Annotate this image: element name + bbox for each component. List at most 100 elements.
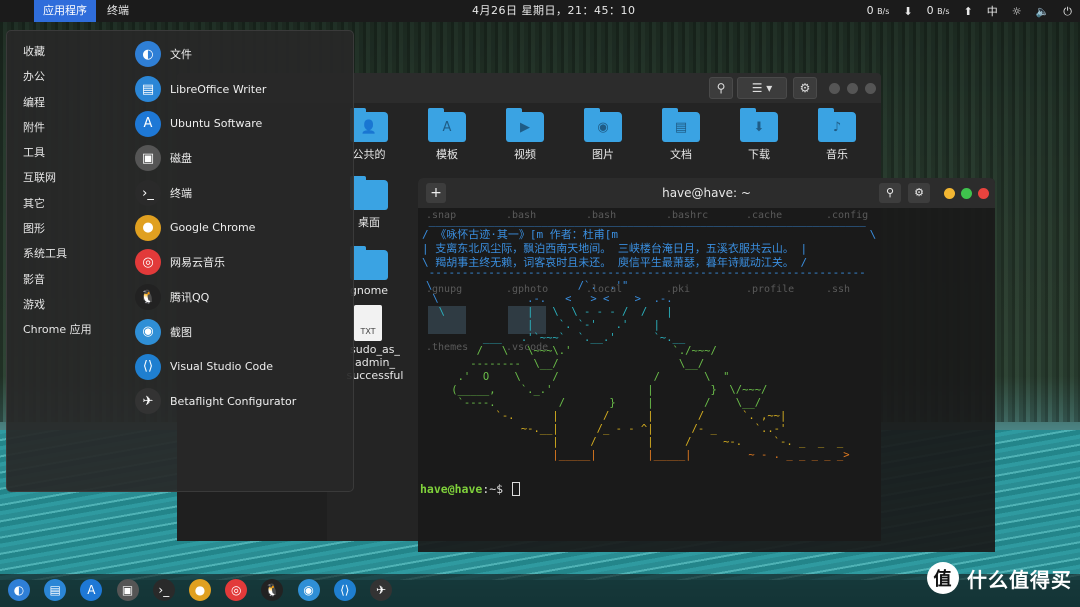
text-file-icon[interactable]: TXT [354, 305, 382, 341]
terminal-window[interactable]: have@have: ~ + ⚲ ⚙ .snap .bash .bash .bashr… [418, 178, 995, 552]
status-area: 0 B/s ⬇ 0 B/s ⬆ 中 ☼ 🔈 ⏻ [867, 0, 1072, 23]
folder-item[interactable]: A 模板 [412, 108, 482, 162]
folder-item[interactable]: ◉ 图片 [568, 108, 638, 162]
netease-music-icon: ◎ [135, 249, 161, 276]
chrome-icon[interactable]: ● [189, 579, 211, 601]
view-list-button[interactable]: ☰ ▾ [737, 77, 787, 99]
app-item[interactable]: ◎ 网易云音乐 [135, 245, 296, 280]
folder-item[interactable]: ▶ 视频 [490, 108, 560, 162]
minimize-button[interactable] [829, 83, 840, 94]
power-icon[interactable]: ⏻ [1063, 1, 1072, 23]
disk-icon: ▣ [135, 145, 161, 172]
ascii-art-segment: \ | \ \ - - - / / | | `. `-' .' | ___ .'… [438, 306, 686, 344]
app-label: 终端 [170, 187, 192, 201]
dock: ◐ ▤ A ▣ ›_ ● ◎ 🐧 ◉ ⟨⟩ ✈ [0, 574, 1080, 607]
brightness-icon[interactable]: ☼ [1012, 1, 1022, 23]
folder-icon: ♪ [818, 108, 856, 142]
close-button[interactable] [978, 188, 989, 199]
category-item[interactable]: 工具 [23, 144, 92, 169]
writer-icon[interactable]: ▤ [44, 579, 67, 601]
app-item[interactable]: 🐧 腾讯QQ [135, 280, 296, 315]
minimize-button[interactable] [944, 188, 955, 199]
files-icon: ◐ [135, 41, 161, 68]
ghost-file-label: .profile [746, 284, 795, 295]
terminal-menu[interactable]: 终端 [96, 0, 140, 22]
app-label: LibreOffice Writer [170, 82, 267, 96]
category-item[interactable]: 影音 [23, 271, 92, 296]
terminal-cursor [512, 482, 521, 496]
download-arrow-icon: ⬇ [903, 4, 913, 18]
shell-prompt[interactable]: have@have:~$ [420, 482, 521, 496]
app-item[interactable]: ● Google Chrome [135, 210, 296, 245]
input-method-indicator[interactable]: 中 [987, 1, 998, 23]
folder-label: 音乐 [826, 148, 848, 161]
software-icon: A [135, 110, 161, 137]
folder-label: 模板 [436, 148, 458, 161]
folder-icon: ◉ [584, 108, 622, 142]
poem-border-bottom: ----------------------------------------… [422, 266, 866, 279]
app-item[interactable]: ▣ 磁盘 [135, 141, 296, 176]
category-item[interactable]: Chrome 应用 [23, 321, 92, 346]
writer-icon: ▤ [135, 76, 161, 103]
app-label: 文件 [170, 48, 192, 62]
files-icon[interactable]: ◐ [8, 579, 30, 601]
app-label: Ubuntu Software [170, 117, 263, 131]
screenshot-icon[interactable]: ◉ [297, 579, 320, 601]
category-item[interactable]: 编程 [23, 94, 92, 119]
upload-arrow-icon: ⬆ [963, 4, 973, 18]
qq-icon: 🐧 [135, 284, 161, 311]
terminal-icon[interactable]: ›_ [152, 579, 175, 601]
category-item[interactable]: 附件 [23, 119, 92, 144]
terminal-output: .snap .bash .bash .bashrc .cache .config .gnup… [418, 210, 995, 552]
folder-item[interactable]: ♪ 音乐 [802, 108, 872, 162]
applications-menu[interactable]: 应用程序 [34, 0, 96, 22]
app-item[interactable]: ◐ 文件 [135, 37, 296, 72]
software-icon[interactable]: A [80, 579, 103, 601]
app-item[interactable]: A Ubuntu Software [135, 106, 296, 141]
category-item[interactable]: 游戏 [23, 296, 92, 321]
clock[interactable]: 4月26日 星期日，21：45：10 [472, 0, 635, 22]
ascii-art-segment: |_____| |_____| ~ - . _ _ _ _ _> [426, 449, 850, 461]
close-button[interactable] [865, 83, 876, 94]
net-up-readout: 0 B/s [926, 4, 950, 17]
search-icon[interactable]: ⚲ [709, 77, 733, 99]
gear-icon[interactable]: ⚙ [793, 77, 817, 99]
netease-music-icon[interactable]: ◎ [225, 579, 248, 601]
folder-icon: ▶ [506, 108, 544, 142]
maximize-button[interactable] [961, 188, 972, 199]
vscode-icon: ⟨⟩ [135, 353, 161, 380]
vscode-icon[interactable]: ⟨⟩ [333, 579, 356, 601]
category-item[interactable]: 其它 [23, 195, 92, 220]
category-item[interactable]: 互联网 [23, 169, 92, 194]
app-item[interactable]: ✈ Betaflight Configurator [135, 384, 296, 419]
volume-icon[interactable]: 🔈 [1036, 1, 1050, 23]
app-item[interactable]: ⟨⟩ Visual Studio Code [135, 349, 296, 384]
ghost-file-label: .ssh [826, 284, 851, 295]
screenshot-icon: ◉ [135, 318, 161, 345]
folder-icon: 👤 [350, 108, 388, 142]
new-tab-button[interactable]: + [426, 183, 446, 203]
category-item[interactable]: 图形 [23, 220, 92, 245]
category-item[interactable]: 收藏 [23, 43, 92, 68]
disk-icon[interactable]: ▣ [116, 579, 139, 601]
folder-icon: A [428, 108, 466, 142]
search-icon[interactable]: ⚲ [879, 183, 901, 203]
app-item[interactable]: ◉ 截图 [135, 315, 296, 350]
watermark: 值 什么值得买 [927, 562, 1072, 594]
betaflight-icon: ✈ [135, 388, 161, 415]
folder-label: 视频 [514, 148, 536, 161]
qq-icon[interactable]: 🐧 [261, 579, 284, 601]
folder-item[interactable]: ⬇ 下载 [724, 108, 794, 162]
betaflight-icon[interactable]: ✈ [370, 579, 392, 601]
chrome-icon: ● [135, 214, 161, 241]
category-item[interactable]: 系统工具 [23, 245, 92, 270]
app-item[interactable]: ▤ LibreOffice Writer [135, 72, 296, 107]
category-item[interactable]: 办公 [23, 68, 92, 93]
app-item[interactable]: ›_ 终端 [135, 176, 296, 211]
net-down-readout: 0 B/s [866, 4, 890, 17]
folder-icon: ⬇ [740, 108, 778, 142]
gear-icon[interactable]: ⚙ [908, 183, 930, 203]
maximize-button[interactable] [847, 83, 858, 94]
app-label: Betaflight Configurator [170, 394, 297, 408]
folder-item[interactable]: ▤ 文档 [646, 108, 716, 162]
